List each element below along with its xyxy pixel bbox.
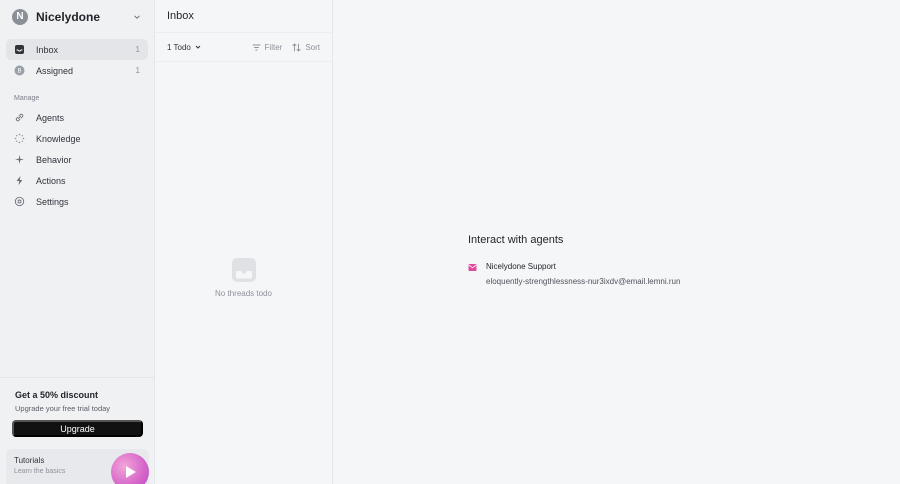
empty-state: No threads todo	[155, 62, 332, 484]
thread-list-panel: Inbox 1 Todo Filter Sort No threads todo	[155, 0, 333, 484]
sidebar-item-label: Agents	[36, 112, 65, 123]
sidebar-item-label: Behavior	[36, 154, 72, 165]
workspace-name: Nicelydone	[36, 9, 101, 24]
sparkle-icon	[14, 154, 25, 165]
inbox-count: 1	[135, 45, 140, 54]
primary-nav: Inbox 1 B Assigned 1	[0, 33, 154, 81]
inbox-tray-icon	[231, 258, 256, 282]
lightning-icon	[14, 175, 25, 186]
agent-email[interactable]: eloquently-strengthlessness-nur3ixdv@ema…	[486, 277, 680, 286]
sidebar-item-label: Assigned	[36, 65, 74, 76]
upgrade-button[interactable]: Upgrade	[12, 420, 143, 437]
chevron-down-icon	[134, 14, 140, 19]
sidebar-item-settings[interactable]: Settings	[6, 191, 148, 212]
main-panel: Interact with agents Nicelydone Support …	[333, 0, 900, 484]
sort-button[interactable]: Sort	[292, 43, 320, 52]
sidebar-item-label: Knowledge	[36, 133, 81, 144]
svg-text:B: B	[17, 69, 21, 75]
empty-state-text: No threads todo	[215, 289, 272, 298]
sort-icon	[292, 42, 301, 52]
manage-nav: Agents Knowledge Behavior Actions Settin…	[0, 107, 154, 212]
status-dropdown-value: 1 Todo	[167, 42, 191, 52]
agent-name: Nicelydone Support	[486, 262, 556, 271]
sidebar-item-knowledge[interactable]: Knowledge	[6, 128, 148, 149]
agent-item[interactable]: Nicelydone Support eloquently-strengthle…	[468, 262, 680, 286]
filter-label: Filter	[264, 42, 283, 52]
sidebar-item-assigned[interactable]: B Assigned 1	[6, 60, 148, 81]
user-avatar-icon: B	[14, 65, 25, 76]
sidebar-item-label: Inbox	[36, 44, 59, 55]
filter-icon	[252, 44, 260, 50]
status-dropdown[interactable]: 1 Todo	[167, 43, 202, 52]
sidebar-item-actions[interactable]: Actions	[6, 170, 148, 191]
thread-toolbar: 1 Todo Filter Sort	[155, 33, 332, 62]
workspace-switcher[interactable]: N Nicelydone	[0, 0, 154, 33]
section-label-manage: Manage	[14, 95, 40, 102]
email-icon	[468, 264, 477, 271]
gear-icon	[14, 196, 25, 207]
sidebar-item-label: Settings	[36, 196, 69, 207]
assigned-count: 1	[135, 66, 140, 75]
sparkle-dots-icon	[14, 133, 25, 144]
inbox-icon	[14, 44, 25, 55]
sidebar-item-behavior[interactable]: Behavior	[6, 149, 148, 170]
sidebar-item-inbox[interactable]: Inbox 1	[6, 39, 148, 60]
chevron-down-icon	[195, 45, 201, 49]
tutorials-card[interactable]: Tutorials Learn the basics	[6, 449, 149, 484]
sidebar-item-agents[interactable]: Agents	[6, 107, 148, 128]
filter-button[interactable]: Filter	[252, 42, 283, 52]
sort-label: Sort	[305, 42, 320, 52]
sidebar-item-label: Actions	[36, 175, 66, 186]
promo-subtitle: Upgrade your free trial today	[15, 404, 111, 413]
discount-promo: Get a 50% discount Upgrade your free tri…	[0, 377, 154, 437]
promo-title: Get a 50% discount	[15, 390, 99, 400]
play-icon[interactable]	[111, 453, 149, 484]
sidebar: N Nicelydone Inbox 1 B Assigned 1 Manage…	[0, 0, 155, 484]
agents-heading: Interact with agents	[468, 234, 564, 246]
agents-section: Interact with agents Nicelydone Support …	[468, 234, 680, 286]
link-icon	[14, 112, 25, 123]
page-title: Inbox	[155, 0, 332, 33]
workspace-avatar: N	[12, 8, 28, 25]
